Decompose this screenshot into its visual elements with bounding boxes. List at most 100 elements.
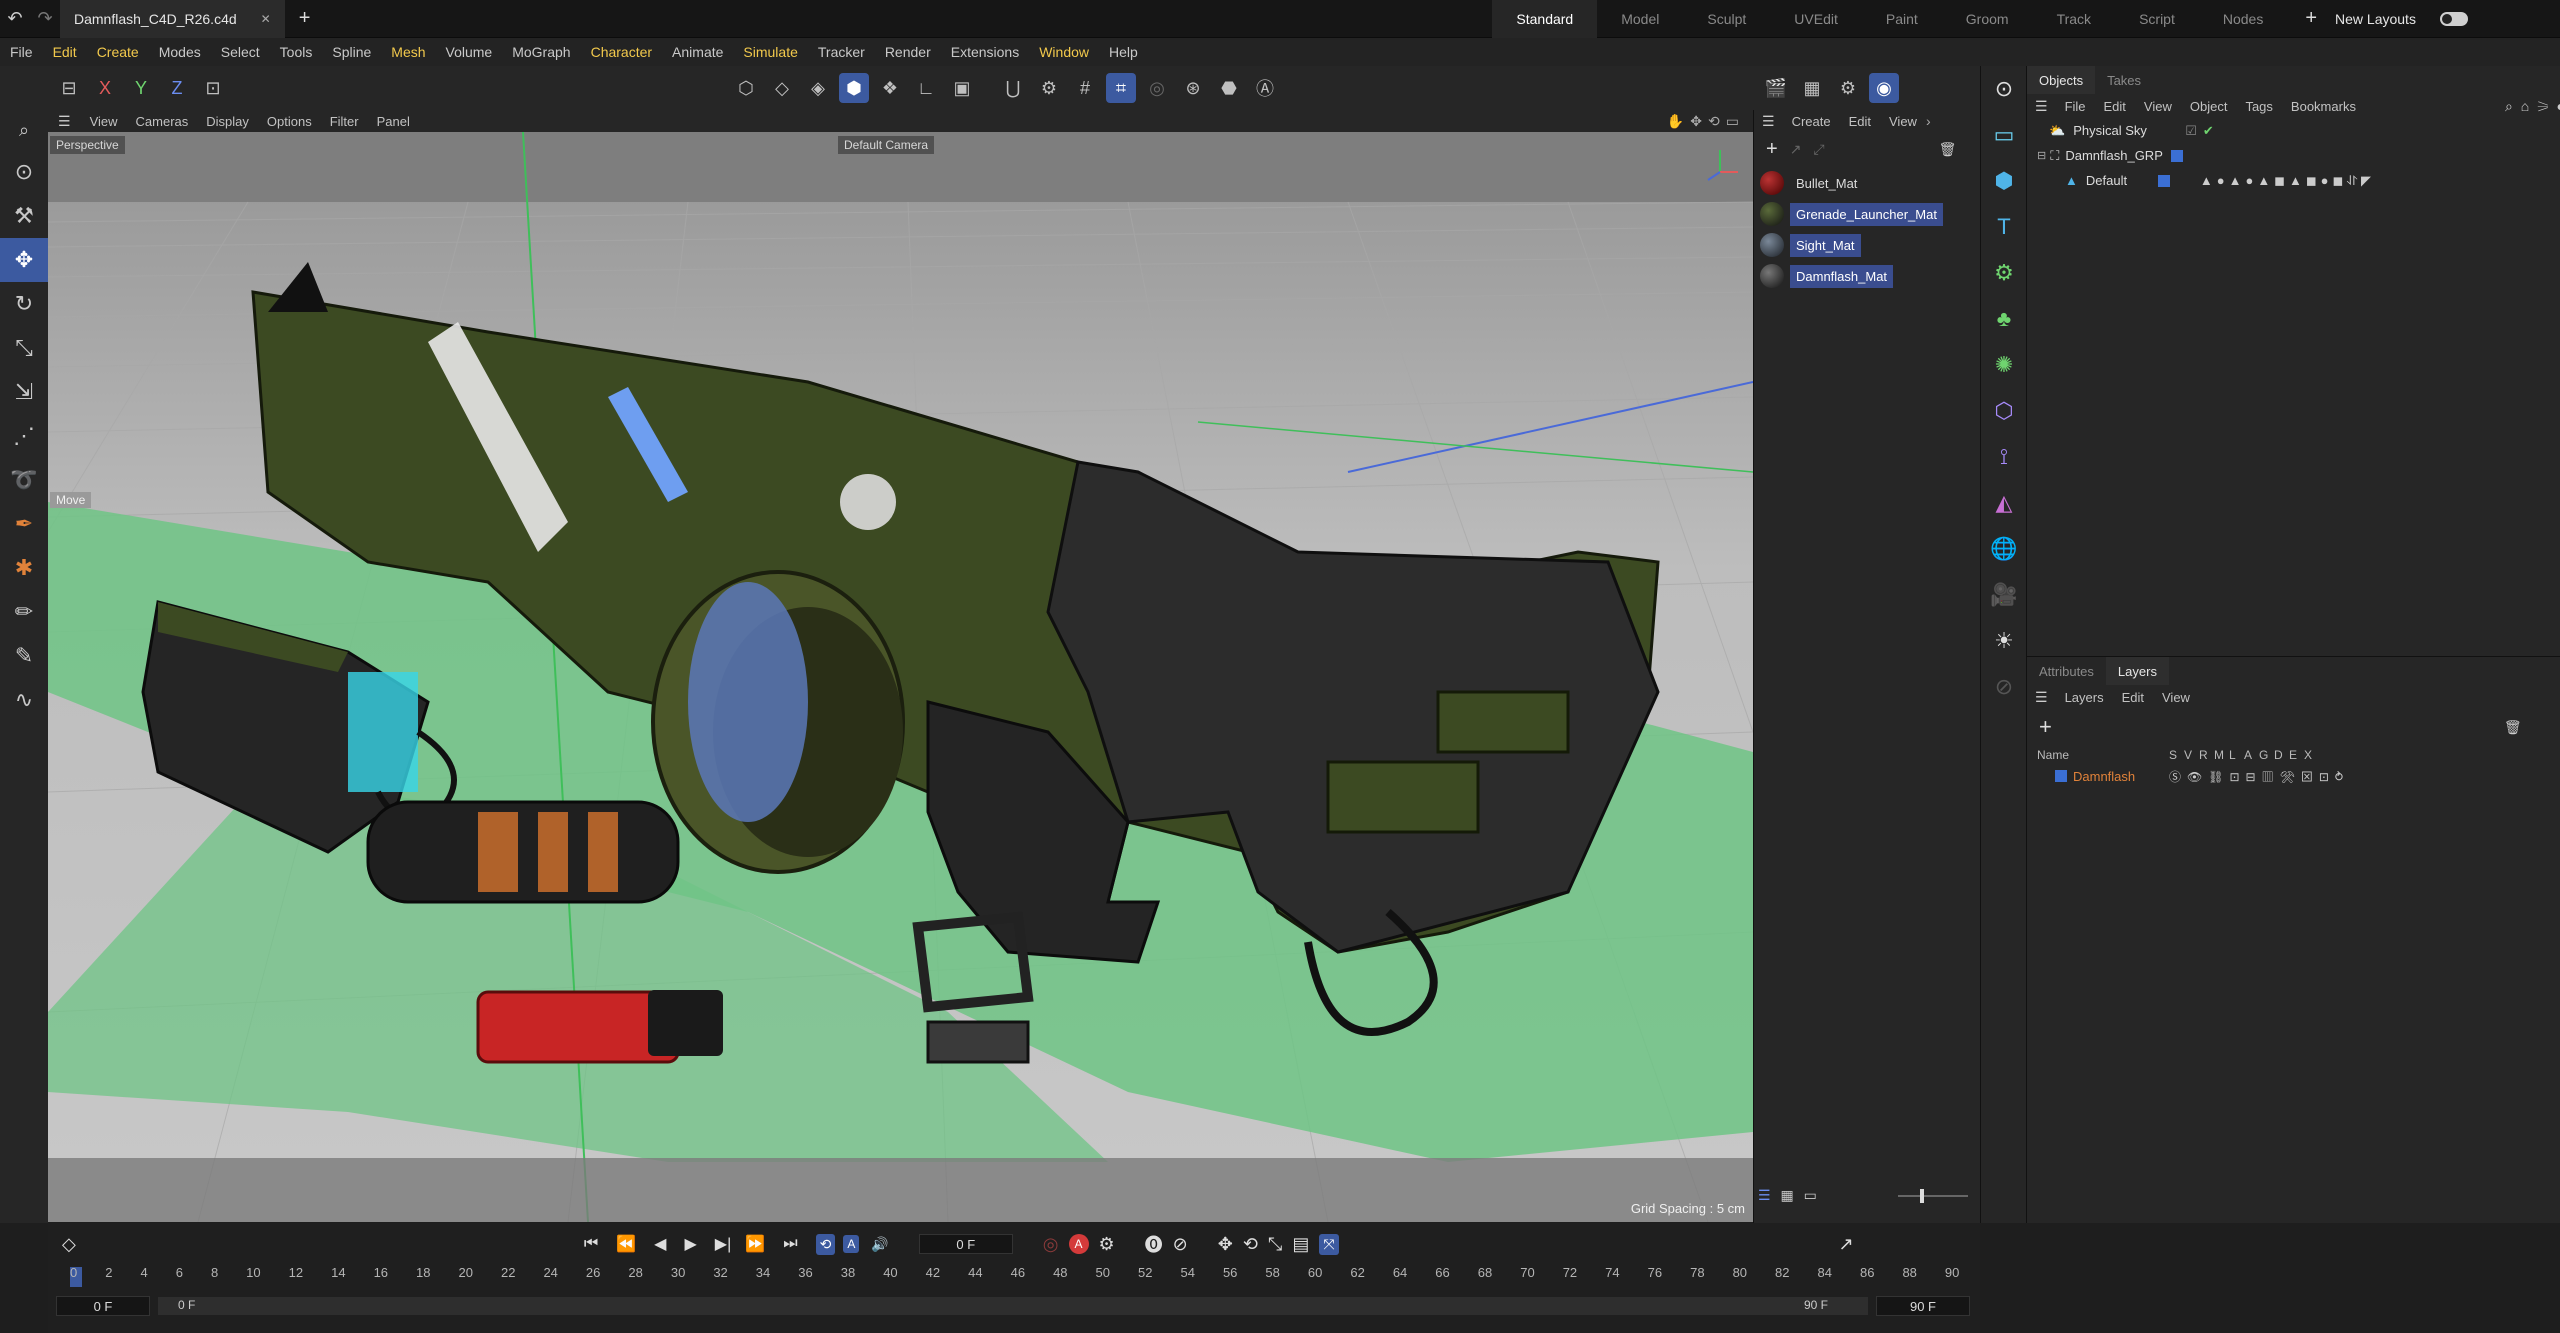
coordinate-system-icon[interactable]: ⊡: [198, 73, 228, 103]
rotate-tool-icon[interactable]: ↻: [0, 282, 48, 326]
layout-tab-script[interactable]: Script: [2115, 0, 2199, 38]
menu-select[interactable]: Select: [211, 44, 270, 60]
file-tab[interactable]: Damnflash_C4D_R26.c4d ✕: [60, 0, 285, 38]
spline-rect-icon[interactable]: ▭: [1981, 112, 2027, 158]
key-pos-icon[interactable]: ✥: [1218, 1234, 1233, 1255]
light-icon[interactable]: ☀: [1981, 618, 2027, 664]
object-menu-view[interactable]: View: [2135, 99, 2181, 114]
menu-help[interactable]: Help: [1099, 44, 1148, 60]
texture-mode-icon[interactable]: ❖: [875, 73, 905, 103]
snap-settings-icon[interactable]: ⚙: [1034, 73, 1064, 103]
effector-icon[interactable]: ✺: [1981, 342, 2027, 388]
record-settings-icon[interactable]: ⚙: [1099, 1234, 1115, 1255]
material-item[interactable]: Bullet_Mat: [1754, 169, 1980, 197]
cube-icon[interactable]: ⬢: [1981, 158, 2027, 204]
hamburger-icon[interactable]: ☰: [48, 113, 81, 130]
render-pv-icon[interactable]: ▦: [1797, 73, 1827, 103]
goto-end-icon[interactable]: ⏭: [783, 1235, 797, 1253]
live-select-icon[interactable]: ⊙: [1981, 66, 2027, 112]
menu-tracker[interactable]: Tracker: [808, 44, 875, 60]
layer-row[interactable]: Damnflash Ⓢ👁⛓⊡⊟▥⚒⊠⊡⥁: [2027, 765, 2560, 787]
layer-color-swatch[interactable]: [2157, 174, 2170, 187]
add-material-icon[interactable]: +: [1760, 138, 1784, 161]
camera-label[interactable]: Default Camera: [838, 136, 935, 154]
menu-mesh[interactable]: Mesh: [381, 44, 435, 60]
key-param-icon[interactable]: ▤: [1292, 1234, 1309, 1255]
material-item[interactable]: Grenade_Launcher_Mat: [1754, 200, 1980, 228]
layout-tab-paint[interactable]: Paint: [1862, 0, 1942, 38]
paint-icon[interactable]: ✱: [0, 546, 48, 590]
grid-icon[interactable]: #: [1070, 73, 1100, 103]
play-icon[interactable]: ▶: [684, 1234, 696, 1254]
model-mode-icon[interactable]: ⬢: [839, 73, 869, 103]
viewport-nav-icons[interactable]: ✋✥⟲▭: [1667, 113, 1745, 130]
lasso-icon[interactable]: ➰: [0, 458, 48, 502]
cloner-icon[interactable]: ♣: [1981, 296, 2027, 342]
points-mode-icon[interactable]: ⬡: [731, 73, 761, 103]
generator-icon[interactable]: ⚙: [1981, 250, 2027, 296]
viewport-solo-icon[interactable]: ◎: [1142, 73, 1172, 103]
loop-icon[interactable]: ⟲: [815, 1233, 836, 1255]
object-menu-file[interactable]: File: [2056, 99, 2095, 114]
volume-icon[interactable]: ◭: [1981, 480, 2027, 526]
deformer-icon[interactable]: ⬡: [1981, 388, 2027, 434]
menu-spline[interactable]: Spline: [322, 44, 381, 60]
toggle-switch[interactable]: [2439, 11, 2468, 26]
add-tab-button[interactable]: +: [285, 7, 325, 30]
grid-view-icon[interactable]: ▦: [1780, 1187, 1793, 1203]
menu-tools[interactable]: Tools: [270, 44, 323, 60]
expand-icon[interactable]: ⊟: [2037, 149, 2046, 162]
perspective-label[interactable]: Perspective: [50, 136, 125, 154]
menu-extensions[interactable]: Extensions: [941, 44, 1029, 60]
new-layouts-button[interactable]: New Layouts: [2335, 11, 2416, 27]
viewport-3d[interactable]: Perspective Default Camera Move Grid Spa…: [48, 132, 1753, 1222]
key-rot-icon[interactable]: ⟲: [1243, 1234, 1258, 1255]
material-tags[interactable]: ▲●▲●▲◼▲◼●◼⥯◤: [2200, 173, 2375, 189]
object-row[interactable]: ▲ Default ▲●▲●▲◼▲◼●◼⥯◤: [2027, 168, 2560, 193]
key-scale-icon[interactable]: ⤡: [1268, 1234, 1282, 1255]
goto-start-icon[interactable]: ⏮: [584, 1235, 598, 1253]
camera-icon[interactable]: 🎥: [1981, 572, 2027, 618]
spline-pen-icon[interactable]: ✒: [0, 502, 48, 546]
layer-menu-layers[interactable]: Layers: [2056, 690, 2113, 705]
timeline-ruler[interactable]: 0 2 4 6 8 10 12 14 16 18 20 22 24 26 28 30 32 34 36 38 40 42 4…: [70, 1265, 1982, 1291]
object-menu-tags[interactable]: Tags: [2236, 99, 2281, 114]
prev-frame-icon[interactable]: ◀: [654, 1234, 666, 1254]
chevron-right-icon[interactable]: ›: [1926, 113, 1931, 129]
checkbox-icon[interactable]: ☑: [2185, 123, 2197, 139]
environment-icon[interactable]: 🌐: [1981, 526, 2027, 572]
move-tool-icon[interactable]: ✥: [0, 238, 48, 282]
viewport-menu-panel[interactable]: Panel: [368, 114, 419, 129]
tab-layers[interactable]: Layers: [2105, 657, 2169, 685]
scale-tool-icon[interactable]: ⤡: [0, 326, 48, 370]
menu-create[interactable]: Create: [87, 44, 149, 60]
material-menu-create[interactable]: Create: [1783, 114, 1840, 129]
menu-window[interactable]: Window: [1029, 44, 1099, 60]
layout-tab-groom[interactable]: Groom: [1942, 0, 2033, 38]
object-row[interactable]: ⊟ ⛶ Damnflash_GRP: [2027, 143, 2560, 168]
layer-menu-edit[interactable]: Edit: [2113, 690, 2153, 705]
x-axis-toggle[interactable]: X: [90, 73, 120, 103]
keyframe-mode-icon[interactable]: ⓿: [1145, 1231, 1163, 1257]
end-frame-field[interactable]: [1876, 1296, 1970, 1316]
layout-tab-track[interactable]: Track: [2033, 0, 2115, 38]
add-layout-button[interactable]: +: [2287, 7, 2335, 30]
lock-icon[interactable]: ⊛: [1178, 73, 1208, 103]
object-row[interactable]: ⛅ Physical Sky ☑ ✔: [2027, 118, 2560, 143]
next-key-icon[interactable]: ⏩: [745, 1234, 765, 1254]
menu-animate[interactable]: Animate: [662, 44, 733, 60]
prev-key-icon[interactable]: ⏪: [616, 1234, 636, 1254]
layer-color-swatch[interactable]: [2171, 149, 2184, 162]
disabled-icon[interactable]: ⊘: [1981, 664, 2027, 710]
text-icon[interactable]: T: [1981, 204, 2027, 250]
field-icon[interactable]: ⟟: [1981, 434, 2027, 480]
material-hamburger-icon[interactable]: ☰: [1754, 113, 1783, 130]
object-search-icons[interactable]: ⌕⌂⚞◐: [2505, 98, 2560, 115]
layout-tab-sculpt[interactable]: Sculpt: [1683, 0, 1770, 38]
zoom-slider[interactable]: [1898, 1189, 1968, 1203]
layer-hamburger-icon[interactable]: ☰: [2027, 689, 2056, 706]
object-menu-bookmarks[interactable]: Bookmarks: [2282, 99, 2365, 114]
axis-mode-icon[interactable]: ∟: [911, 73, 941, 103]
menu-file[interactable]: File: [0, 44, 43, 60]
viewport-menu-view[interactable]: View: [81, 114, 127, 129]
